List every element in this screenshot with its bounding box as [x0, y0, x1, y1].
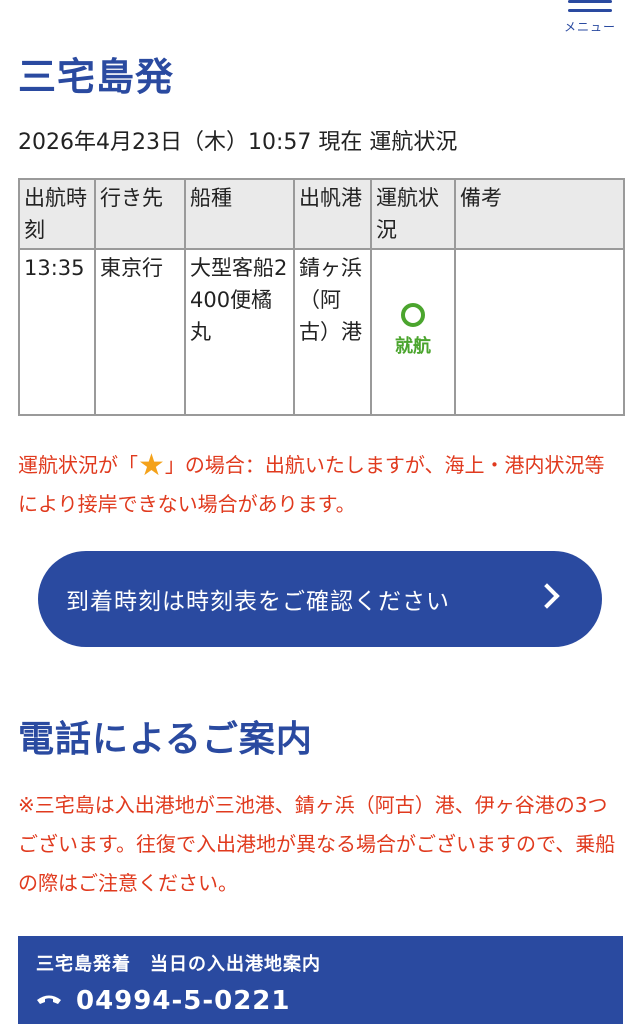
phone-panel-title: 三宅島発着 当日の入出港地案内 [36, 954, 321, 975]
star-notice-prefix: 運航状況が「 [18, 453, 138, 477]
port-notice: ※三宅島は入出港地が三池港、錆ヶ浜（阿古）港、伊ヶ谷港の3つございます。往復で入… [18, 793, 616, 895]
cell-remarks [454, 248, 625, 416]
cell-status: 就航 [370, 248, 456, 416]
cell-destination: 東京行 [94, 248, 186, 416]
menu-button[interactable]: メニュー [562, 0, 618, 40]
phone-link[interactable]: 04994-5-0221 [36, 986, 623, 1016]
table-header-row: 出航時刻 行き先 船種 出帆港 運航状況 備考 [18, 178, 625, 250]
page-title: 三宅島発 [18, 55, 175, 99]
timetable-link-button[interactable]: 到着時刻は時刻表をご確認ください [38, 551, 602, 647]
cell-departure-port: 錆ヶ浜（阿古）港 [293, 248, 372, 416]
hamburger-icon [568, 0, 612, 14]
timetable-link-label: 到着時刻は時刻表をご確認ください [66, 589, 450, 615]
phone-info-panel: 三宅島発着 当日の入出港地案内 04994-5-0221 [18, 936, 623, 1024]
phone-section-title: 電話によるご案内 [18, 719, 313, 760]
status-datetime: 2026年4月23日（木）10:57 現在 運航状況 [18, 130, 458, 155]
header-departure-time: 出航時刻 [18, 178, 96, 250]
menu-label: メニュー [563, 20, 616, 34]
phone-icon [37, 995, 61, 1004]
cell-ship-type: 大型客船2400便橘丸 [184, 248, 295, 416]
star-notice: 運航状況が「★」の場合：出航いたしますが、海上・港内状況等により接岸できない場合… [18, 446, 623, 524]
header-ship-type: 船種 [184, 178, 295, 250]
header-remarks: 備考 [454, 178, 625, 250]
status-label: 就航 [395, 336, 431, 357]
chevron-right-icon [534, 583, 560, 609]
cell-departure-time: 13:35 [18, 248, 96, 416]
phone-number: 04994-5-0221 [76, 986, 291, 1016]
circle-icon [401, 303, 425, 327]
header-status: 運航状況 [370, 178, 456, 250]
table-row: 13:35 東京行 大型客船2400便橘丸 錆ヶ浜（阿古）港 就航 [18, 248, 625, 416]
header-destination: 行き先 [94, 178, 186, 250]
schedule-table: 出航時刻 行き先 船種 出帆港 運航状況 備考 13:35 東京行 大型客船24… [18, 178, 625, 416]
header-departure-port: 出帆港 [293, 178, 372, 250]
star-icon: ★ [138, 448, 165, 483]
